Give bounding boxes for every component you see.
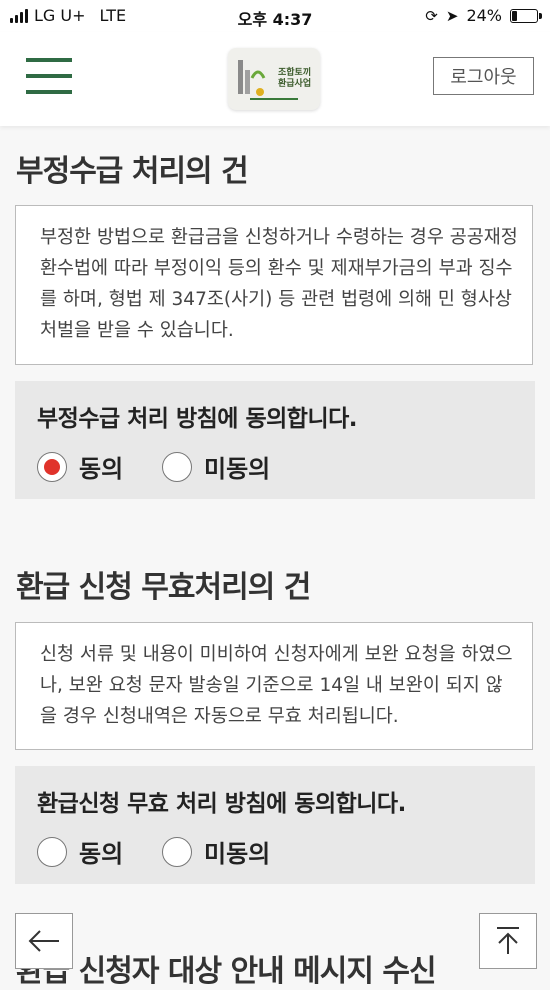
radio-circle-unchecked[interactable] <box>162 836 192 867</box>
scroll-top-icon <box>497 927 519 954</box>
battery-percent: 24% <box>466 6 502 25</box>
radio-label-agree: 동의 <box>79 455 124 483</box>
radio-label-disagree: 미동의 <box>204 840 271 868</box>
radio-circle-checked[interactable] <box>37 451 67 482</box>
logo-text: 조합토끼 환급사업 <box>278 68 312 89</box>
section-title-invalid: 환급 신청 무효처리의 건 <box>16 570 311 605</box>
status-bar: LG U+ LTE 오후 4:37 ⟳ ➤ 24% <box>0 0 550 32</box>
radio-circle-unchecked[interactable] <box>162 451 192 482</box>
agree-box-invalid: 환급신청 무효 처리 방침에 동의합니다. 동의 미동의 <box>15 766 535 884</box>
hamburger-icon[interactable] <box>26 58 72 98</box>
notice-text-fraud: 부정한 방법으로 환급금을 신청하거나 수령하는 경우 공공재정환수법에 따라 … <box>40 227 518 341</box>
notice-box-invalid: 신청 서류 및 내용이 미비하여 신청자에게 보완 요청을 하였으나, 보완 요… <box>15 622 533 750</box>
radio-label-disagree: 미동의 <box>204 455 271 483</box>
radio-agree-fraud[interactable]: 동의 <box>37 449 123 484</box>
section-title-message: 환급 신청자 대상 안내 메시지 수신 <box>16 954 437 989</box>
logo[interactable]: 조합토끼 환급사업 <box>228 48 320 110</box>
battery-icon <box>510 8 542 23</box>
radio-circle-unchecked[interactable] <box>37 836 67 867</box>
notice-box-fraud: 부정한 방법으로 환급금을 신청하거나 수령하는 경우 공공재정환수법에 따라 … <box>15 205 533 365</box>
back-button[interactable] <box>15 913 73 969</box>
radio-agree-invalid[interactable]: 동의 <box>37 834 123 869</box>
radio-disagree-fraud[interactable]: 미동의 <box>162 449 270 484</box>
location-icon: ➤ <box>445 6 459 25</box>
scroll-top-button[interactable] <box>479 913 537 969</box>
status-right: ⟳ ➤ 24% <box>425 6 542 25</box>
agree-title-invalid: 환급신청 무효 처리 방침에 동의합니다. <box>37 791 406 817</box>
orientation-lock-icon: ⟳ <box>425 6 438 25</box>
arrow-left-icon <box>28 930 59 952</box>
notice-text-invalid: 신청 서류 및 내용이 미비하여 신청자에게 보완 요청을 하였으나, 보완 요… <box>40 644 513 727</box>
app-header: 조합토끼 환급사업 로그아웃 <box>0 32 550 126</box>
agree-title-fraud: 부정수급 처리 방침에 동의합니다. <box>37 406 358 432</box>
logout-button[interactable]: 로그아웃 <box>433 57 534 95</box>
agree-box-fraud: 부정수급 처리 방침에 동의합니다. 동의 미동의 <box>15 381 535 499</box>
radio-disagree-invalid[interactable]: 미동의 <box>162 834 270 869</box>
radio-label-agree: 동의 <box>79 840 124 868</box>
section-title-fraud: 부정수급 처리의 건 <box>16 154 249 189</box>
